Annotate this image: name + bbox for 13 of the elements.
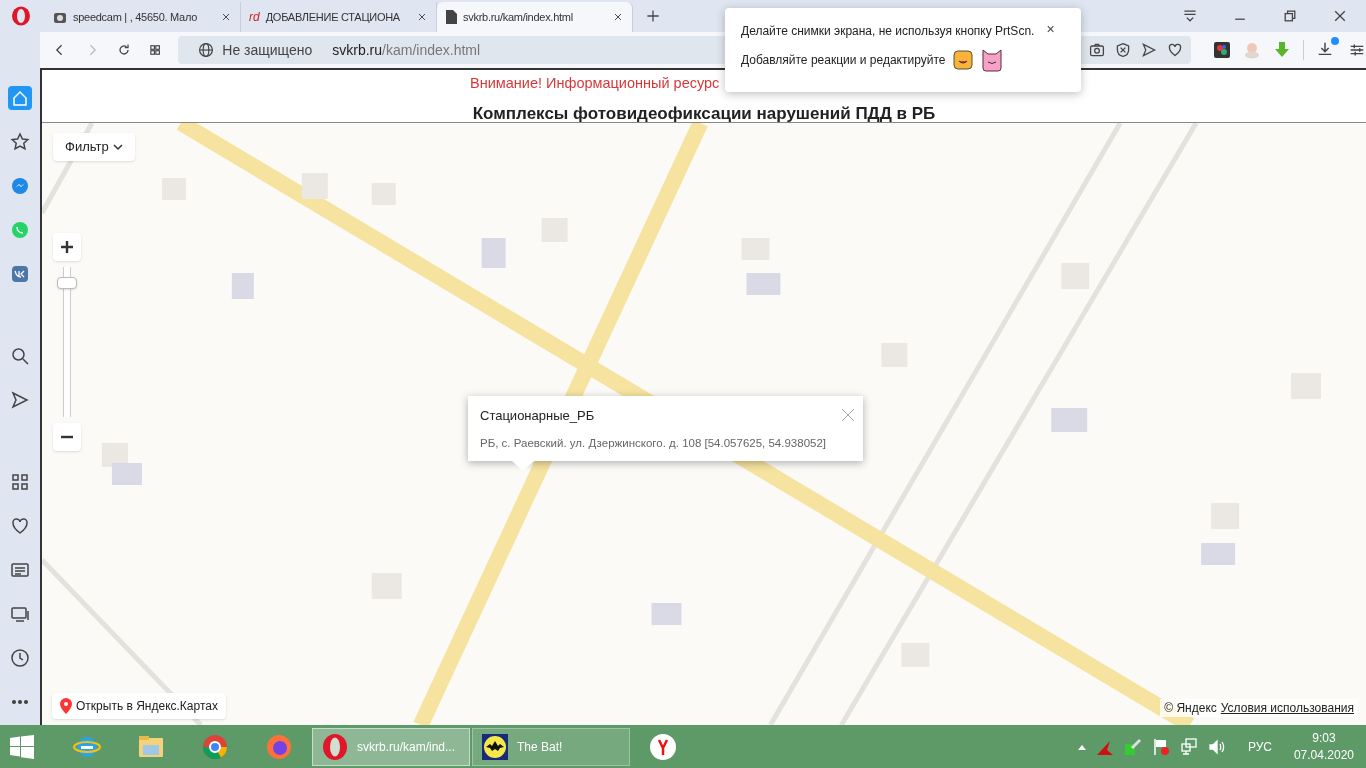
site-logo: rd [249,9,260,26]
balloon-title: Стационарные_РБ [480,407,595,425]
open-in-maps-link[interactable]: Открыть в Яндекс.Картах [52,693,226,719]
filter-button[interactable]: Фильтр [53,133,135,161]
security-label: Не защищено [222,40,313,60]
warning-notice: Внимание! Информационный ресурс [470,74,720,93]
url-text: svkrb.ru/kam/index.html [332,40,481,60]
copyright-text: © Яндекс [1164,700,1217,717]
terms-link[interactable]: Условия использования [1220,699,1354,717]
notification-close-button[interactable]: × [1046,22,1055,36]
balloon-address: РБ, с. Раевский. ул. Дзержинского. д. 108 [54.057625, 54.938052] [480,435,828,451]
page-title: Комплексы фотовидеофиксации нарушений ПДД в РБ [472,102,936,125]
browser-tab[interactable]: svkrb.ru/kam/index.html [437,2,633,32]
